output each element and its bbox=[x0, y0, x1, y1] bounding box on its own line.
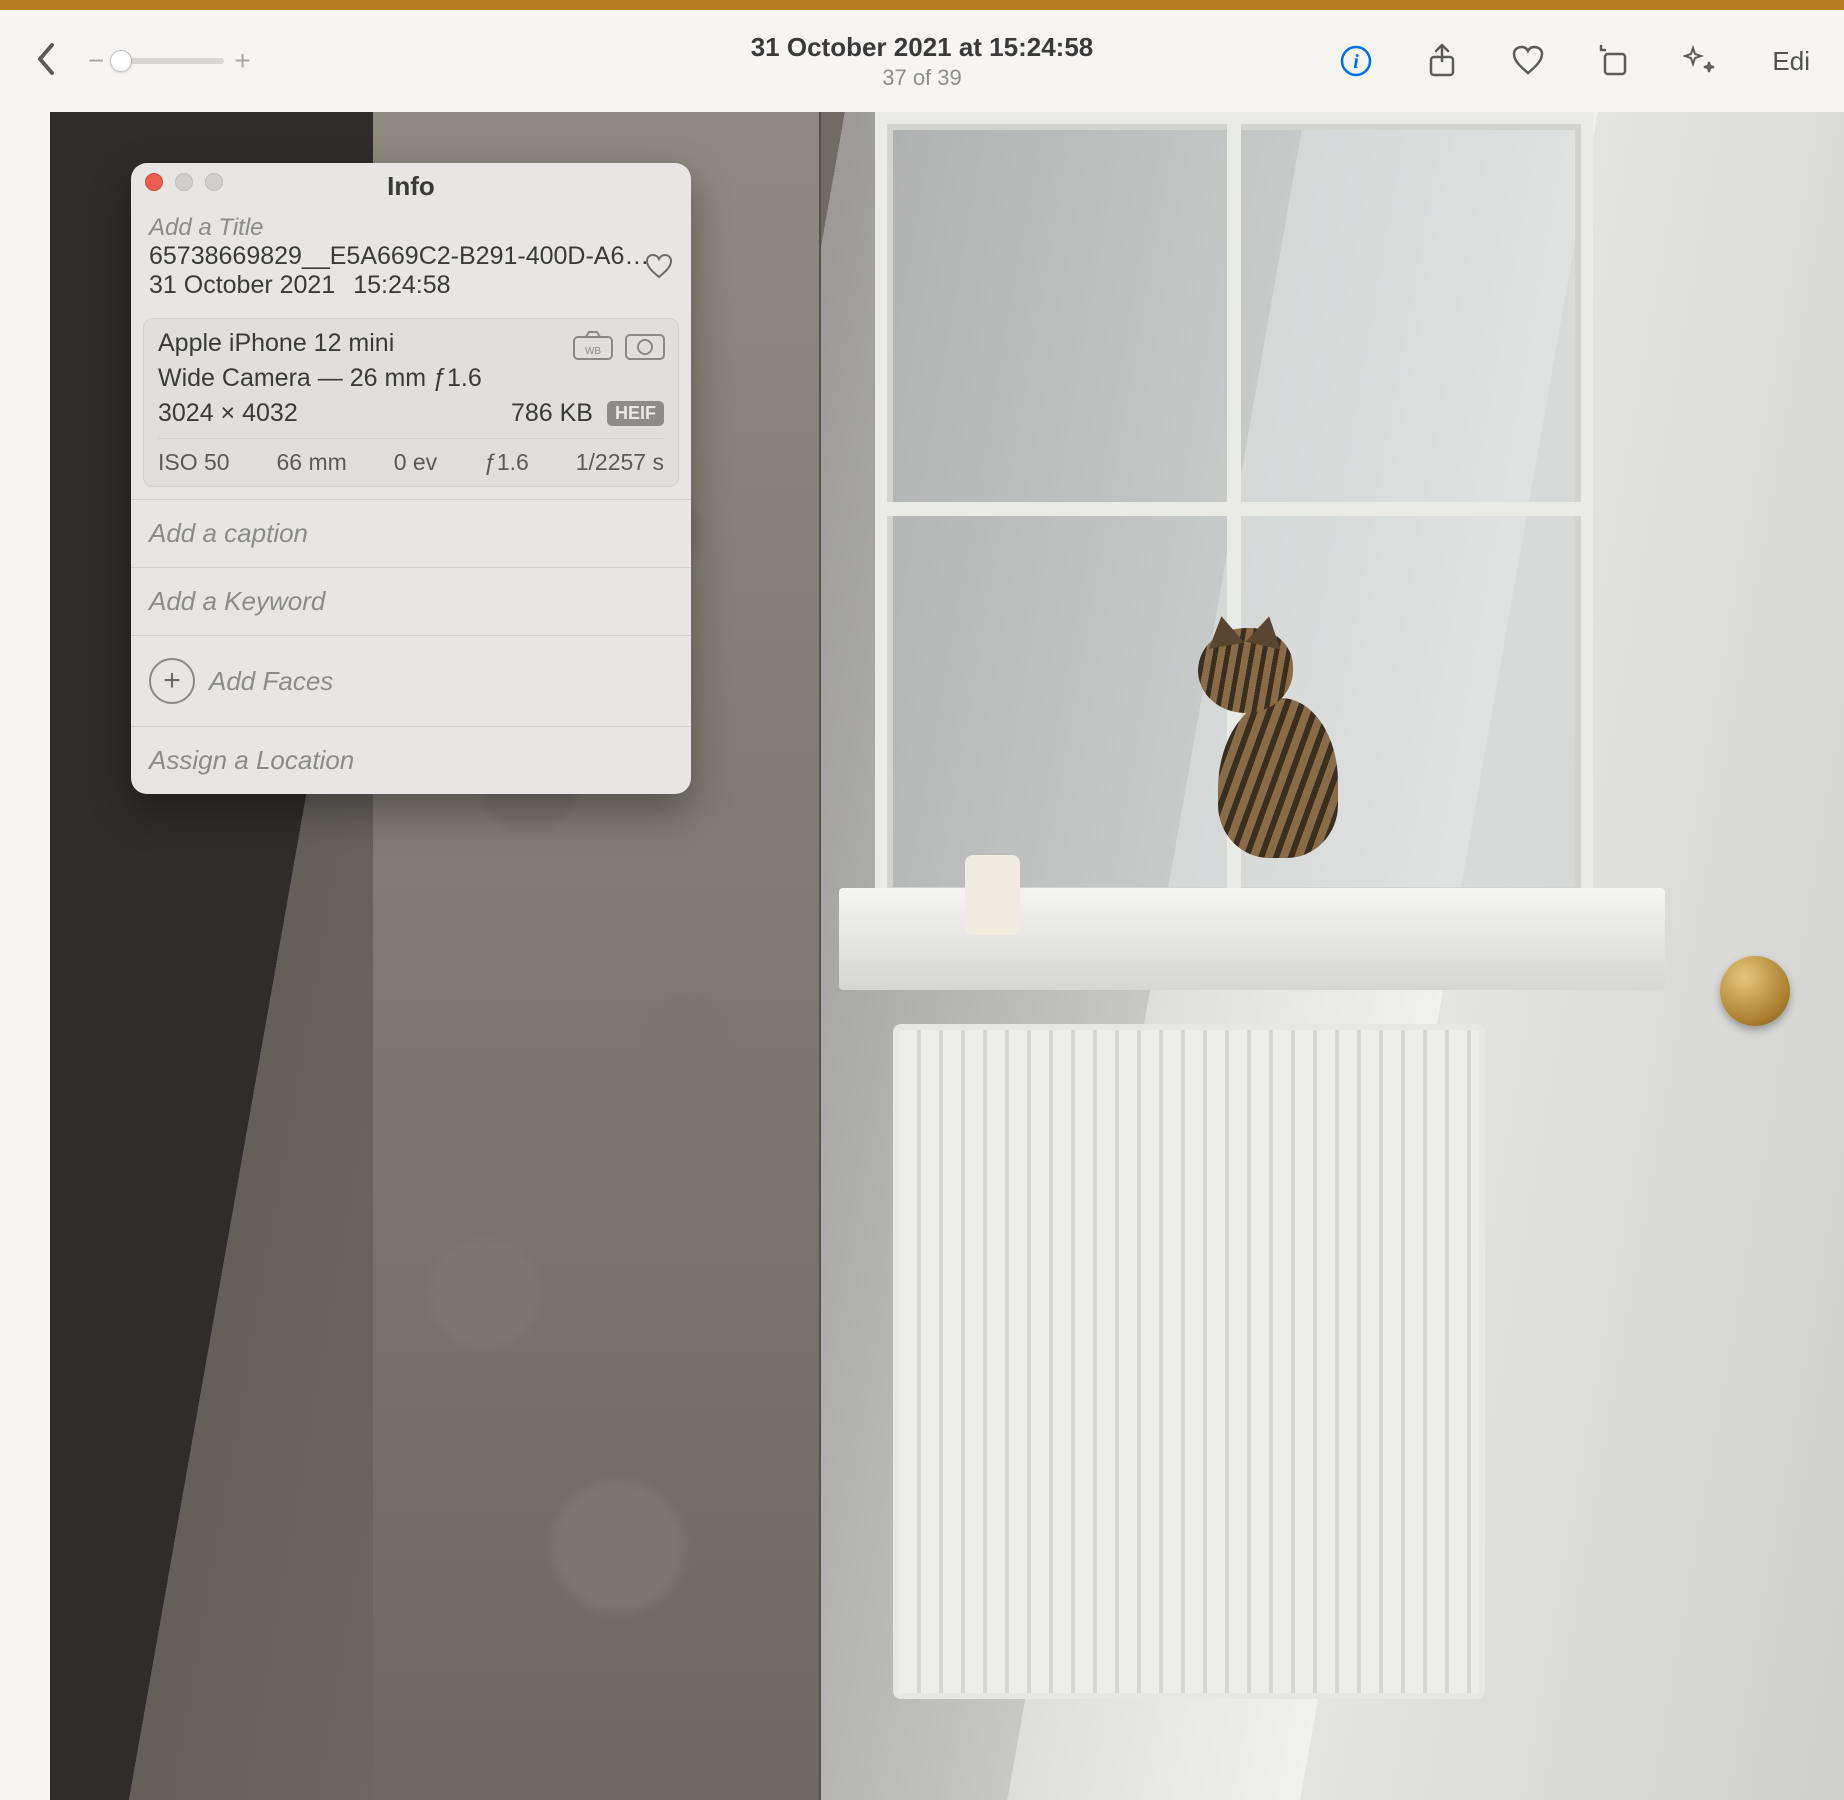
filesize-label: 786 KB bbox=[511, 399, 593, 428]
zoom-window-button[interactable] bbox=[205, 173, 223, 191]
add-faces-button[interactable]: + Add Faces bbox=[131, 635, 691, 726]
date-label: 31 October 2021 bbox=[149, 271, 335, 300]
exif-shutter: 1/2257 s bbox=[576, 449, 664, 476]
zoom-in-button[interactable]: + bbox=[234, 45, 250, 77]
toolbar: − + 31 October 2021 at 15:24:58 37 of 39… bbox=[0, 10, 1844, 112]
zoom-slider-thumb[interactable] bbox=[110, 50, 132, 72]
location-placeholder: Assign a Location bbox=[149, 745, 354, 776]
raw-camera-icon: WB bbox=[572, 329, 614, 361]
add-faces-label: Add Faces bbox=[209, 666, 333, 697]
window-accent-bar bbox=[0, 0, 1844, 10]
toolbar-right: i Edi bbox=[1338, 43, 1814, 79]
info-icon: i bbox=[1339, 44, 1373, 78]
lens-label: Wide Camera — 26 mm ƒ1.6 bbox=[158, 364, 664, 393]
share-icon bbox=[1426, 43, 1458, 79]
zoom-out-button[interactable]: − bbox=[88, 45, 104, 77]
dimensions-row: 3024 × 4032 786 KB HEIF bbox=[158, 399, 664, 428]
back-button[interactable] bbox=[30, 37, 62, 86]
heart-outline-icon bbox=[645, 254, 673, 280]
exif-row: ISO 50 66 mm 0 ev ƒ1.6 1/2257 s bbox=[158, 438, 664, 476]
rotate-button[interactable] bbox=[1596, 43, 1632, 79]
time-label: 15:24:58 bbox=[353, 271, 450, 300]
share-button[interactable] bbox=[1424, 43, 1460, 79]
exif-iso: ISO 50 bbox=[158, 449, 230, 476]
camera-card-icons: WB bbox=[572, 329, 666, 361]
date-time-row[interactable]: 31 October 2021 15:24:58 bbox=[149, 271, 673, 300]
zoom-slider[interactable] bbox=[114, 58, 224, 64]
toolbar-title: 31 October 2021 at 15:24:58 37 of 39 bbox=[751, 32, 1094, 91]
window-controls bbox=[145, 173, 223, 191]
rotate-icon bbox=[1597, 44, 1631, 78]
filename-label: 65738669829__E5A669C2-B291-400D-A6… bbox=[149, 242, 673, 271]
keyword-placeholder: Add a Keyword bbox=[149, 586, 325, 617]
svg-text:i: i bbox=[1354, 51, 1360, 73]
enhance-button[interactable] bbox=[1682, 43, 1718, 79]
keyword-field[interactable]: Add a Keyword bbox=[131, 567, 691, 635]
camera-card: WB Apple iPhone 12 mini Wide Camera — 26… bbox=[143, 318, 679, 487]
photo-doorknob-region bbox=[1720, 956, 1790, 1026]
minimize-window-button[interactable] bbox=[175, 173, 193, 191]
photo-cat-region bbox=[1198, 618, 1358, 858]
caption-field[interactable]: Add a caption bbox=[131, 499, 691, 567]
heart-icon bbox=[1511, 45, 1545, 77]
photo-sill-region bbox=[839, 888, 1664, 989]
title-field[interactable]: Add a Title bbox=[149, 214, 673, 242]
photo-date-title: 31 October 2021 at 15:24:58 bbox=[751, 32, 1094, 63]
photo-counter: 37 of 39 bbox=[751, 65, 1094, 91]
info-header-section: Add a Title 65738669829__E5A669C2-B291-4… bbox=[131, 206, 691, 314]
exif-focal: 66 mm bbox=[277, 449, 347, 476]
toolbar-left: − + bbox=[30, 37, 251, 86]
caption-placeholder: Add a caption bbox=[149, 518, 308, 549]
location-field[interactable]: Assign a Location bbox=[131, 726, 691, 794]
camera-icon bbox=[624, 329, 666, 361]
format-badge: HEIF bbox=[607, 401, 664, 426]
dimensions-label: 3024 × 4032 bbox=[158, 399, 298, 428]
zoom-controls: − + bbox=[88, 45, 251, 77]
close-window-button[interactable] bbox=[145, 173, 163, 191]
sparkle-icon bbox=[1683, 44, 1717, 78]
info-panel: Info Add a Title 65738669829__E5A669C2-B… bbox=[131, 163, 691, 794]
exif-ev: 0 ev bbox=[394, 449, 437, 476]
chevron-left-icon bbox=[34, 41, 58, 77]
info-favorite-button[interactable] bbox=[645, 254, 673, 287]
plus-icon: + bbox=[149, 658, 195, 704]
exif-aperture: ƒ1.6 bbox=[484, 449, 529, 476]
edit-button[interactable]: Edi bbox=[1768, 46, 1814, 77]
photo-radiator-region bbox=[893, 1024, 1485, 1699]
favorite-button[interactable] bbox=[1510, 43, 1546, 79]
info-panel-titlebar[interactable]: Info bbox=[131, 163, 691, 206]
svg-text:WB: WB bbox=[585, 346, 601, 357]
info-button[interactable]: i bbox=[1338, 43, 1374, 79]
photo-candle-region bbox=[965, 855, 1020, 935]
